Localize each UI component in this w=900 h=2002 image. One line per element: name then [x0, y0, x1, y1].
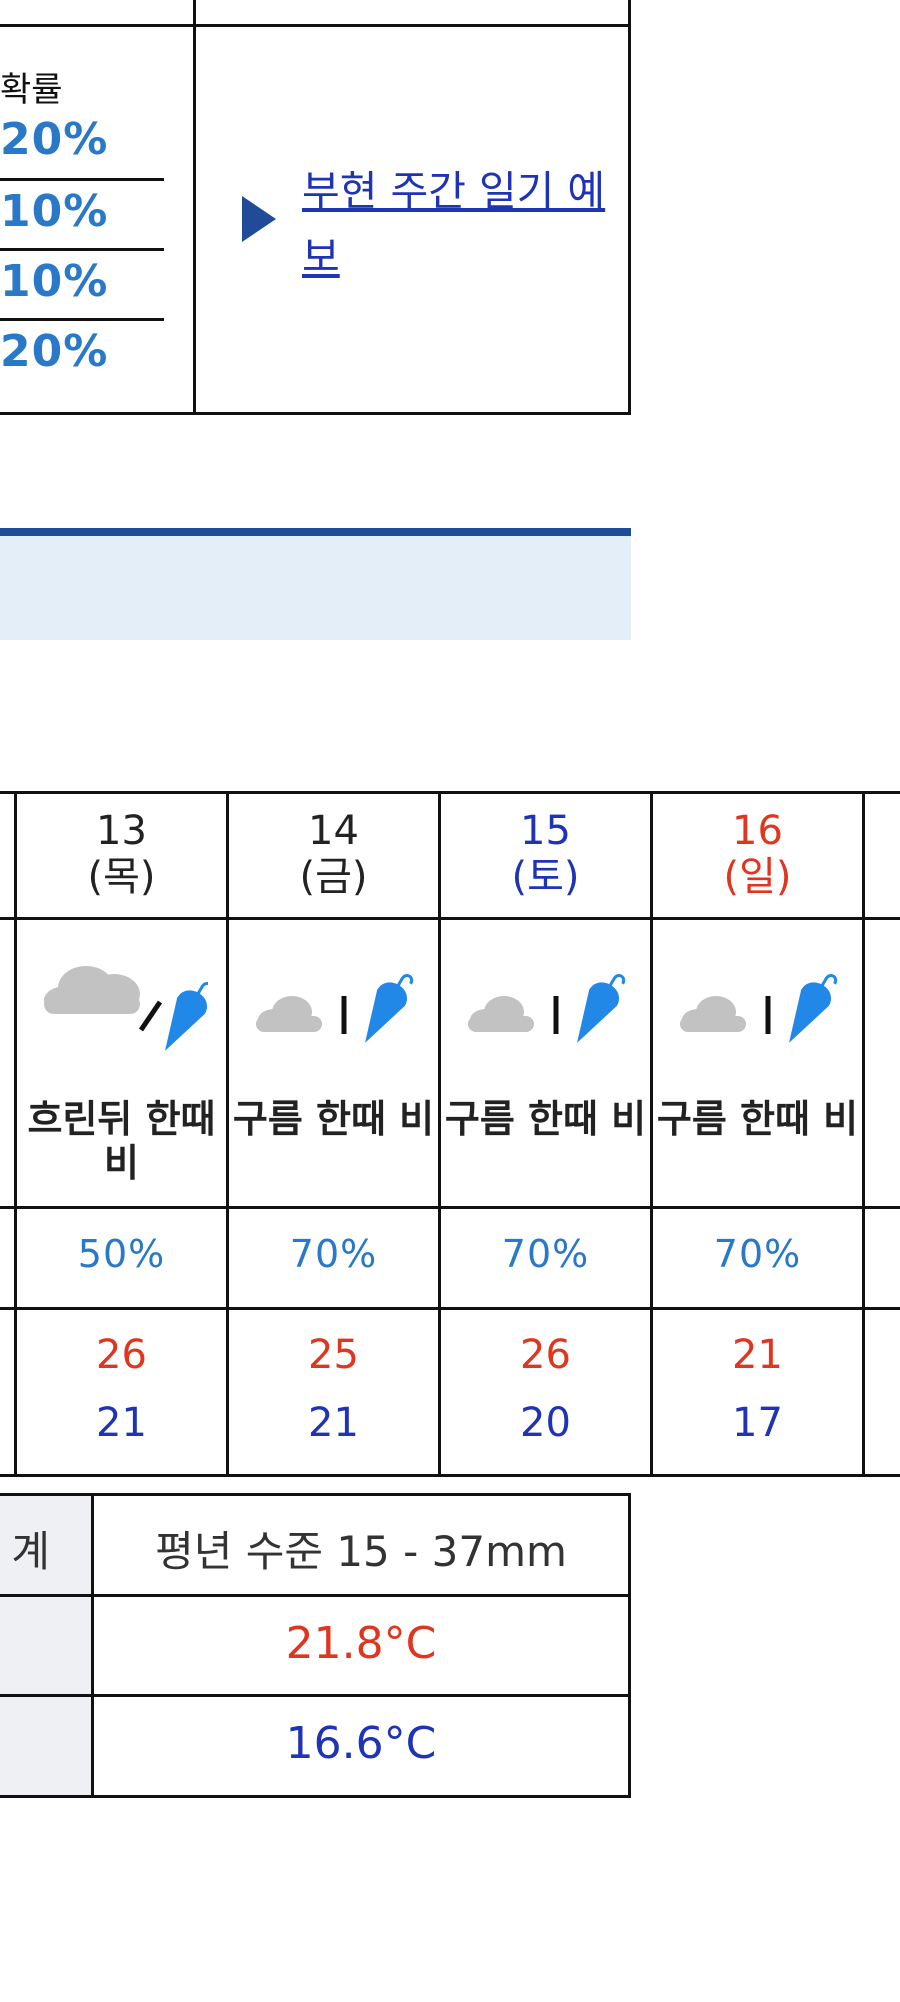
weather-description: 흐린뒤 한때 비 — [27, 1097, 216, 1185]
weekly-forecast-link[interactable]: 부현 주간 일기 예보 — [302, 158, 612, 290]
day-weekday: (목) — [87, 854, 156, 900]
normal-low-temp: 16.6°C — [285, 1718, 437, 1769]
precip-prob-value: 20% — [0, 326, 109, 377]
day-date: 14 — [308, 808, 359, 854]
high-temp: 21 — [732, 1332, 783, 1378]
cloud-occasional-rain-icon — [256, 974, 414, 1043]
section-banner-stripe — [0, 528, 631, 536]
low-temp: 17 — [732, 1400, 783, 1446]
cloud-occasional-rain-icon — [680, 974, 838, 1043]
precip-probability: 70% — [501, 1232, 590, 1276]
play-arrow-icon — [242, 196, 276, 242]
precip-probability: 50% — [77, 1232, 166, 1276]
day-date: 13 — [96, 808, 147, 854]
low-temp: 21 — [96, 1400, 147, 1446]
high-temp: 26 — [96, 1332, 147, 1378]
normal-precip-range: 평년 수준 15 - 37mm — [155, 1527, 567, 1576]
low-temp: 20 — [520, 1400, 571, 1446]
weather-description: 구름 한때 비 — [656, 1097, 859, 1141]
section-banner — [0, 536, 631, 640]
precip-prob-value: 20% — [0, 114, 109, 165]
day-date: 15 — [520, 808, 571, 854]
precip-probability: 70% — [713, 1232, 802, 1276]
day-weekday: (일) — [723, 854, 792, 900]
row-label-precip: 계 — [11, 1527, 50, 1576]
cloud-occasional-rain-icon — [468, 974, 626, 1043]
low-temp: 21 — [308, 1400, 359, 1446]
precip-prob-value: 10% — [0, 186, 109, 237]
precip-probability: 70% — [289, 1232, 378, 1276]
weather-description: 구름 한때 비 — [444, 1097, 647, 1141]
day-weekday: (금) — [299, 854, 368, 900]
normal-high-temp: 21.8°C — [285, 1618, 437, 1669]
high-temp: 25 — [308, 1332, 359, 1378]
cloudy-then-rain-icon — [44, 966, 208, 1051]
day-date: 16 — [732, 808, 783, 854]
weather-description: 구름 한때 비 — [232, 1097, 435, 1141]
precip-prob-label: 확률 — [0, 70, 63, 110]
high-temp: 26 — [520, 1332, 571, 1378]
precip-prob-value: 10% — [0, 256, 109, 307]
day-weekday: (토) — [511, 854, 580, 900]
